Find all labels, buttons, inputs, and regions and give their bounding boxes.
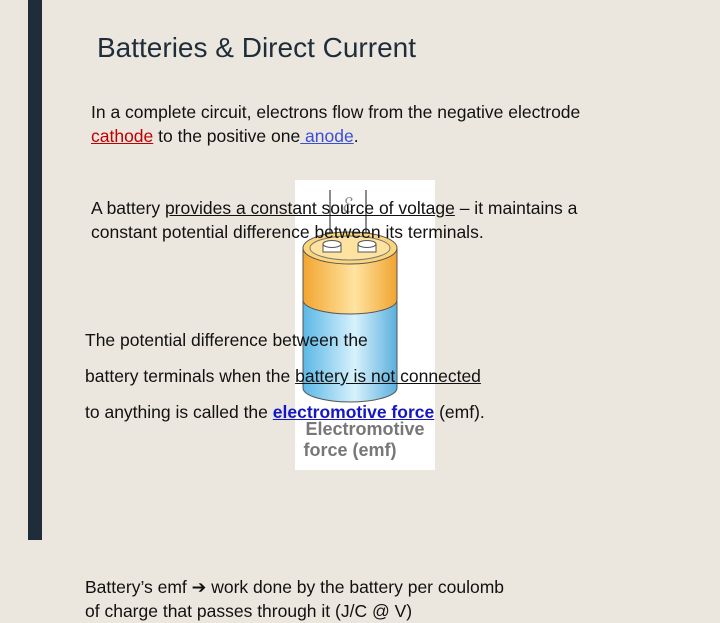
paragraph-emf: Battery’s emf ➔ work done by the battery… <box>85 577 505 621</box>
paragraph-circuit: In a complete circuit, electrons flow fr… <box>91 102 581 146</box>
accent-bar <box>28 0 42 540</box>
arrow-right-icon: ➔ <box>191 577 207 597</box>
anode-term: anode <box>300 126 354 146</box>
slide-title: Batteries & Direct Current <box>97 32 416 63</box>
paragraph-battery: A battery provides a constant source of … <box>91 198 578 242</box>
cathode-term: cathode <box>91 126 154 146</box>
paragraph-potential: The potential difference between the bat… <box>85 330 485 422</box>
emf-link[interactable]: electromotive force <box>273 402 434 422</box>
figure-caption-2: force (emf) <box>303 440 396 460</box>
